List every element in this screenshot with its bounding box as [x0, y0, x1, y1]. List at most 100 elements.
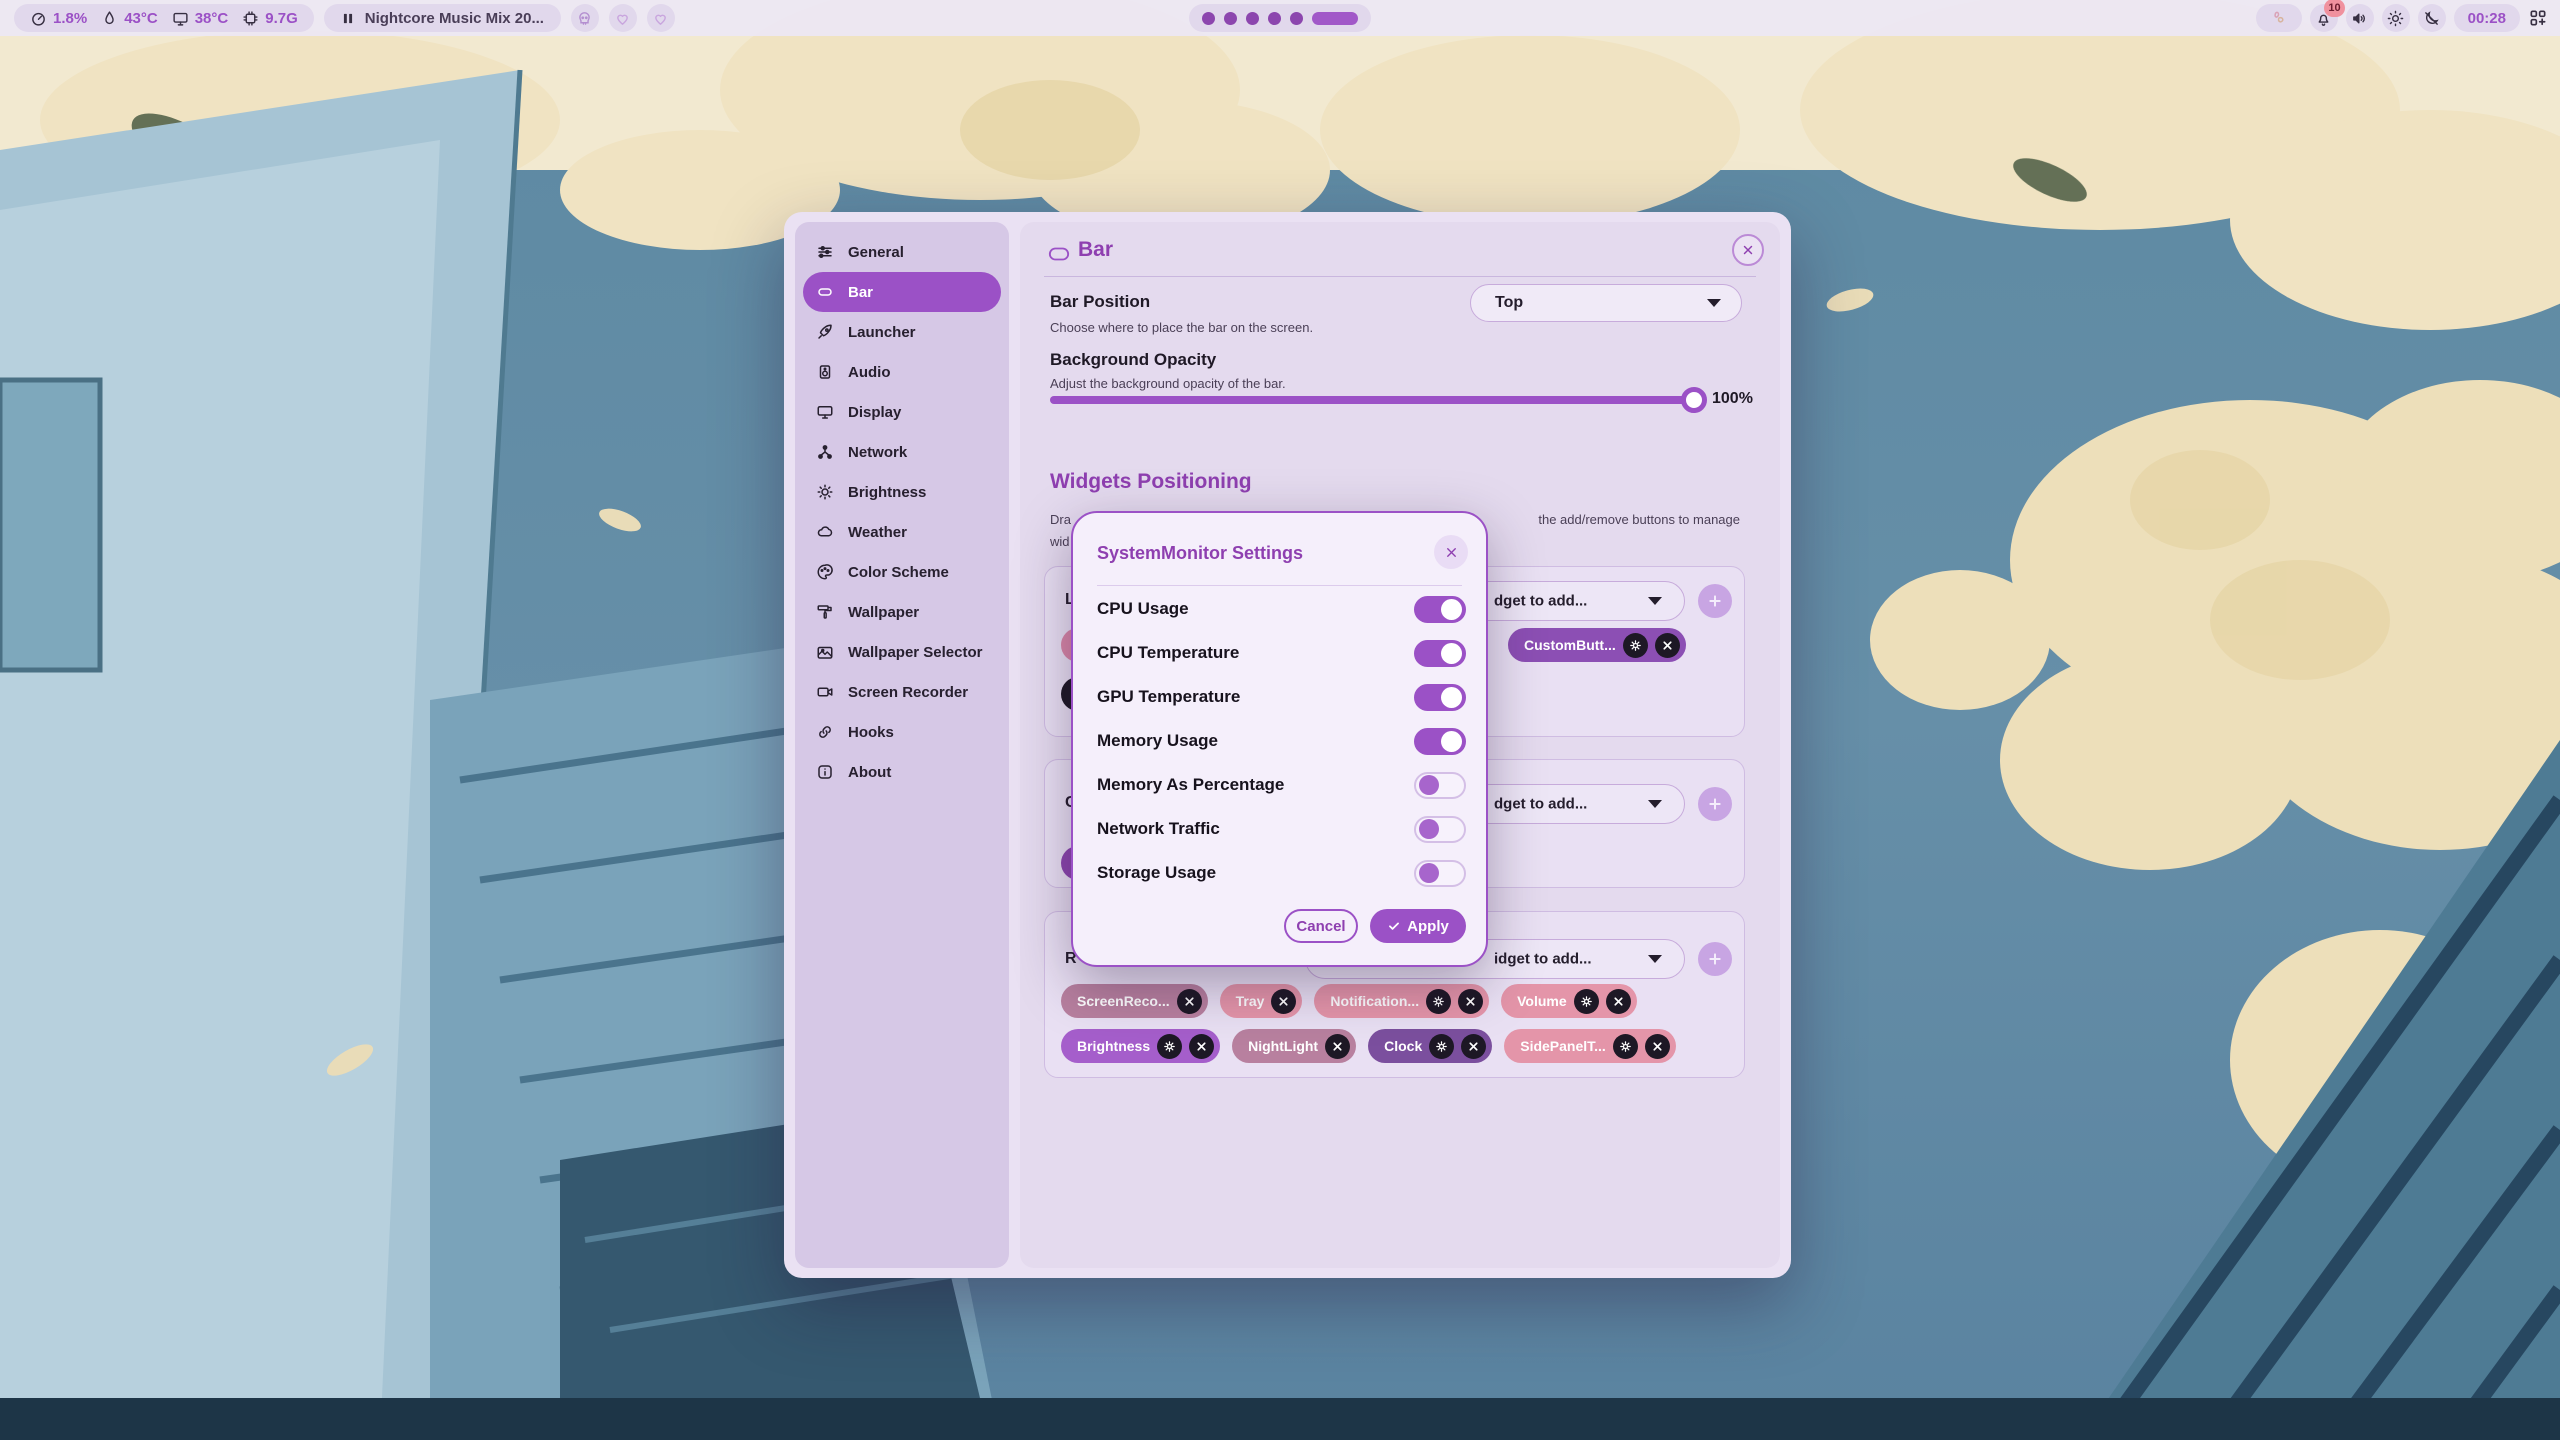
widget-chip-brightness[interactable]: Brightness [1061, 1029, 1220, 1063]
cloud-icon [816, 523, 834, 541]
workspace-dot-3[interactable] [1246, 12, 1259, 25]
network-traffic-toggle[interactable] [1414, 816, 1466, 843]
storage-usage-toggle[interactable] [1414, 860, 1466, 887]
dialog-close-button[interactable] [1434, 535, 1468, 569]
add-widget-button[interactable] [1698, 787, 1732, 821]
night-light-button[interactable] [2418, 4, 2446, 32]
widget-chip-sidepanel[interactable]: SidePanelT... [1504, 1029, 1676, 1063]
close-icon [1741, 243, 1755, 257]
bar-position-dropdown[interactable]: Top [1470, 284, 1742, 322]
workspace-active-pill[interactable] [1312, 12, 1358, 25]
sidebar-item-label: About [848, 764, 891, 781]
sidebar-item-hooks[interactable]: Hooks [803, 712, 1001, 752]
close-icon [1612, 995, 1625, 1008]
chip-remove-button[interactable] [1177, 989, 1202, 1014]
bar-position-label: Bar Position [1050, 292, 1150, 312]
chip-remove-button[interactable] [1655, 633, 1680, 658]
chip-remove-button[interactable] [1325, 1034, 1350, 1059]
gear-icon [1618, 1039, 1633, 1054]
chip-label: SidePanelT... [1520, 1038, 1606, 1054]
widgets-description-fragment: Dra [1050, 512, 1071, 527]
widget-chip-custombutton[interactable]: CustomButt... [1508, 628, 1686, 662]
workspace-indicator[interactable] [1189, 4, 1371, 32]
heart-quick-button-2[interactable] [647, 4, 675, 32]
workspace-dot-5[interactable] [1290, 12, 1303, 25]
heart-quick-button-1[interactable] [609, 4, 637, 32]
dashboard-grid-icon[interactable] [2528, 8, 2548, 28]
bar-position-description: Choose where to place the bar on the scr… [1050, 320, 1313, 335]
sidebar-item-color-scheme[interactable]: Color Scheme [803, 552, 1001, 592]
brightness-button[interactable] [2382, 4, 2410, 32]
moon-off-icon [2423, 10, 2440, 27]
chip-settings-button[interactable] [1157, 1034, 1182, 1059]
workspace-dot-4[interactable] [1268, 12, 1281, 25]
add-widget-button[interactable] [1698, 584, 1732, 618]
chip-label: Volume [1517, 993, 1567, 1009]
sidebar-item-screen-recorder[interactable]: Screen Recorder [803, 672, 1001, 712]
pause-icon [341, 11, 355, 26]
chip-settings-button[interactable] [1426, 989, 1451, 1014]
media-player-pill[interactable]: Nightcore Music Mix 20... [324, 4, 561, 32]
sidebar-item-launcher[interactable]: Launcher [803, 312, 1001, 352]
chip-remove-button[interactable] [1645, 1034, 1670, 1059]
chip-remove-button[interactable] [1271, 989, 1296, 1014]
chip-label: Tray [1236, 993, 1265, 1009]
sidebar-item-label: Brightness [848, 484, 926, 501]
check-icon [1387, 919, 1401, 933]
widget-chip-tray[interactable]: Tray [1220, 984, 1303, 1018]
chip-label: Notification... [1330, 993, 1419, 1009]
sidebar-item-general[interactable]: General [803, 232, 1001, 272]
workspace-dot-2[interactable] [1224, 12, 1237, 25]
chip-remove-button[interactable] [1461, 1034, 1486, 1059]
close-icon [1444, 545, 1459, 560]
widget-chip-clock[interactable]: Clock [1368, 1029, 1492, 1063]
toggle-label: GPU Temperature [1097, 687, 1240, 707]
slider-knob[interactable] [1681, 387, 1707, 413]
window-close-button[interactable] [1732, 234, 1764, 266]
system-stats-pill[interactable]: 1.8% 43°C 38°C 9.7G [14, 4, 314, 32]
chip-settings-button[interactable] [1429, 1034, 1454, 1059]
chip-settings-button[interactable] [1574, 989, 1599, 1014]
sidebar-item-brightness[interactable]: Brightness [803, 472, 1001, 512]
gpu-temperature-toggle[interactable] [1414, 684, 1466, 711]
widget-chip-notification[interactable]: Notification... [1314, 984, 1489, 1018]
toggle-row-network-traffic: Network Traffic [1097, 812, 1466, 846]
toggle-row-memory-usage: Memory Usage [1097, 724, 1466, 758]
sidebar-item-display[interactable]: Display [803, 392, 1001, 432]
memory-as-percentage-toggle[interactable] [1414, 772, 1466, 799]
notification-badge: 10 [2324, 0, 2344, 17]
sidebar-item-bar[interactable]: Bar [803, 272, 1001, 312]
workspace-dot-1[interactable] [1202, 12, 1215, 25]
chip-settings-button[interactable] [1613, 1034, 1638, 1059]
add-widget-button[interactable] [1698, 942, 1732, 976]
chip-label: Clock [1384, 1038, 1422, 1054]
sidebar-item-label: Wallpaper [848, 604, 919, 621]
cpu-usage-toggle[interactable] [1414, 596, 1466, 623]
widget-chip-screenrecorder[interactable]: ScreenReco... [1061, 984, 1208, 1018]
link-icon [816, 723, 834, 741]
chip-settings-button[interactable] [1623, 633, 1648, 658]
widget-chip-nightlight[interactable]: NightLight [1232, 1029, 1356, 1063]
chip-remove-button[interactable] [1606, 989, 1631, 1014]
cpu-temperature-toggle[interactable] [1414, 640, 1466, 667]
clock-pill[interactable]: 00:28 [2454, 4, 2520, 32]
background-opacity-value: 100% [1712, 390, 1753, 408]
notifications-button[interactable]: 10 [2310, 4, 2338, 32]
volume-button[interactable] [2346, 4, 2374, 32]
skull-quick-button[interactable] [571, 4, 599, 32]
chip-remove-button[interactable] [1189, 1034, 1214, 1059]
sidebar-item-wallpaper-selector[interactable]: Wallpaper Selector [803, 632, 1001, 672]
sidebar-item-weather[interactable]: Weather [803, 512, 1001, 552]
memory-usage-toggle[interactable] [1414, 728, 1466, 755]
app-indicator-button[interactable] [2256, 4, 2302, 32]
background-opacity-slider[interactable] [1050, 396, 1694, 404]
gpu-temp-stat: 38°C [172, 10, 229, 27]
chip-remove-button[interactable] [1458, 989, 1483, 1014]
sidebar-item-network[interactable]: Network [803, 432, 1001, 472]
sidebar-item-about[interactable]: About [803, 752, 1001, 792]
cancel-button[interactable]: Cancel [1284, 909, 1358, 943]
sidebar-item-wallpaper[interactable]: Wallpaper [803, 592, 1001, 632]
sidebar-item-audio[interactable]: Audio [803, 352, 1001, 392]
widget-chip-volume[interactable]: Volume [1501, 984, 1637, 1018]
apply-button[interactable]: Apply [1370, 909, 1466, 943]
